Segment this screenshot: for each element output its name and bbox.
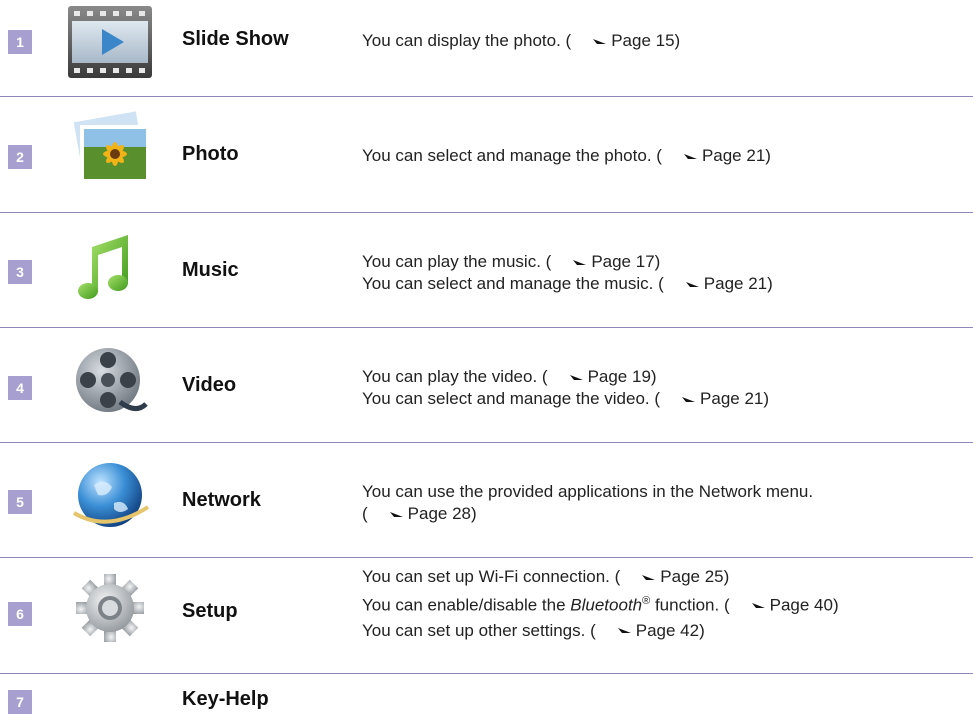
description-text: ( [362,504,368,523]
row-separator [0,212,973,213]
description-text: You can select and manage the video. ( [362,389,661,408]
page-reference: Page 21) [701,146,771,165]
menu-label: Photo [182,143,239,165]
description-text: You can play the music. ( [362,252,552,271]
page-reference: Page 21) [700,389,770,408]
menu-description: You can display the photo. ( Page 15) [362,30,680,52]
row-number-badge: 2 [8,145,32,169]
row-separator [0,442,973,443]
row-number-badge: 5 [8,490,32,514]
page-reference-arrow-icon [662,395,696,405]
description-text: You can select and manage the photo. ( [362,146,662,165]
photo-sunflower-icon [62,111,158,191]
page-reference: Page 15) [611,31,681,50]
description-text: You can set up Wi-Fi connection. ( [362,567,621,586]
bluetooth-brand-text: Bluetooth [570,595,643,615]
page-reference: Page 40) [769,595,839,615]
page-reference: Page 28) [407,504,477,523]
menu-label: Network [182,489,261,511]
page-reference: Page 25) [660,567,730,586]
row-separator [0,557,973,558]
page-reference-arrow-icon [598,626,632,636]
menu-description: You can set up Wi-Fi connection. ( Page 2… [362,564,839,643]
page-reference-arrow-icon [550,373,584,383]
menu-label: Music [182,259,239,281]
description-text: function. ( [650,595,730,615]
description-text: You can set up other settings. ( [362,620,596,640]
menu-description: You can select and manage the photo. ( Pa… [362,145,771,167]
page-reference-arrow-icon [622,573,656,583]
menu-label: Setup [182,600,238,622]
row-number-badge: 6 [8,602,32,626]
row-separator [0,673,973,674]
music-note-icon [62,227,158,307]
description-text: You can select and manage the music. ( [362,274,664,293]
slide-show-filmstrip-icon [62,2,158,82]
row-number-badge: 1 [8,30,32,54]
row-separator [0,96,973,97]
row-number-badge: 4 [8,376,32,400]
menu-description: You can use the provided applications in… [362,481,813,525]
row-number-badge: 3 [8,260,32,284]
row-separator [0,327,973,328]
menu-description: You can play the video. ( Page 19) You ca… [362,366,769,410]
description-text: You can play the video. ( [362,367,548,386]
row-number-badge: 7 [8,690,32,714]
page-reference-arrow-icon [732,601,766,611]
page-reference-arrow-icon [666,280,700,290]
page-reference: Page 21) [703,274,773,293]
page-reference: Page 19) [587,367,657,386]
menu-description: You can play the music. ( Page 17) You ca… [362,251,773,295]
page-reference-arrow-icon [664,152,698,162]
menu-label: Video [182,374,237,396]
page-reference: Page 17) [591,252,661,271]
page-reference: Page 42) [635,620,705,640]
menu-label: Slide Show [182,28,289,50]
description-text: You can use the provided applications in… [362,482,814,501]
setup-gear-icon [62,568,158,648]
page-reference-arrow-icon [573,37,607,47]
page-reference-arrow-icon [370,510,404,520]
video-film-reel-icon [62,342,158,422]
description-text: You can enable/disable the [362,595,571,615]
menu-label: Key-Help [182,688,269,710]
description-text: You can display the photo. ( [362,31,572,50]
network-globe-icon [62,457,158,537]
page-reference-arrow-icon [553,258,587,268]
